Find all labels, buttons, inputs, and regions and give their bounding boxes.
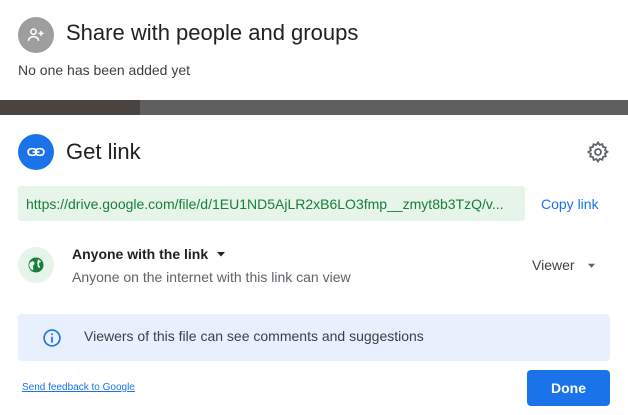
access-label: Anyone with the link bbox=[72, 246, 209, 262]
copy-link-button[interactable]: Copy link bbox=[541, 196, 599, 212]
caret-down-icon bbox=[587, 263, 595, 268]
role-label: Viewer bbox=[532, 257, 575, 273]
info-icon bbox=[43, 329, 61, 347]
share-subtitle: No one has been added yet bbox=[18, 62, 191, 78]
send-feedback-link[interactable]: Send feedback to Google bbox=[22, 382, 135, 393]
info-text: Viewers of this file can see comments an… bbox=[84, 328, 424, 344]
access-description: Anyone on the internet with this link ca… bbox=[72, 269, 351, 285]
share-with-people-section: Share with people and groups No one has … bbox=[0, 0, 628, 100]
background-image-fragment bbox=[0, 100, 140, 115]
share-title: Share with people and groups bbox=[66, 20, 359, 45]
get-link-title: Get link bbox=[66, 139, 141, 164]
gear-icon[interactable] bbox=[586, 140, 610, 164]
role-dropdown[interactable]: Viewer bbox=[532, 257, 596, 273]
link-access-dropdown[interactable]: Anyone with the link bbox=[72, 246, 226, 262]
background-strip bbox=[0, 100, 628, 115]
done-button[interactable]: Done bbox=[527, 370, 610, 406]
person-add-icon bbox=[18, 17, 54, 53]
info-banner: Viewers of this file can see comments an… bbox=[18, 314, 610, 361]
link-icon bbox=[18, 134, 54, 170]
caret-down-icon bbox=[217, 252, 226, 257]
get-link-section: Get link https://drive.google.com/file/d… bbox=[0, 115, 628, 415]
link-url-field[interactable]: https://drive.google.com/file/d/1EU1ND5A… bbox=[18, 186, 525, 221]
link-url-text: https://drive.google.com/file/d/1EU1ND5A… bbox=[26, 195, 504, 212]
globe-icon bbox=[18, 247, 54, 283]
